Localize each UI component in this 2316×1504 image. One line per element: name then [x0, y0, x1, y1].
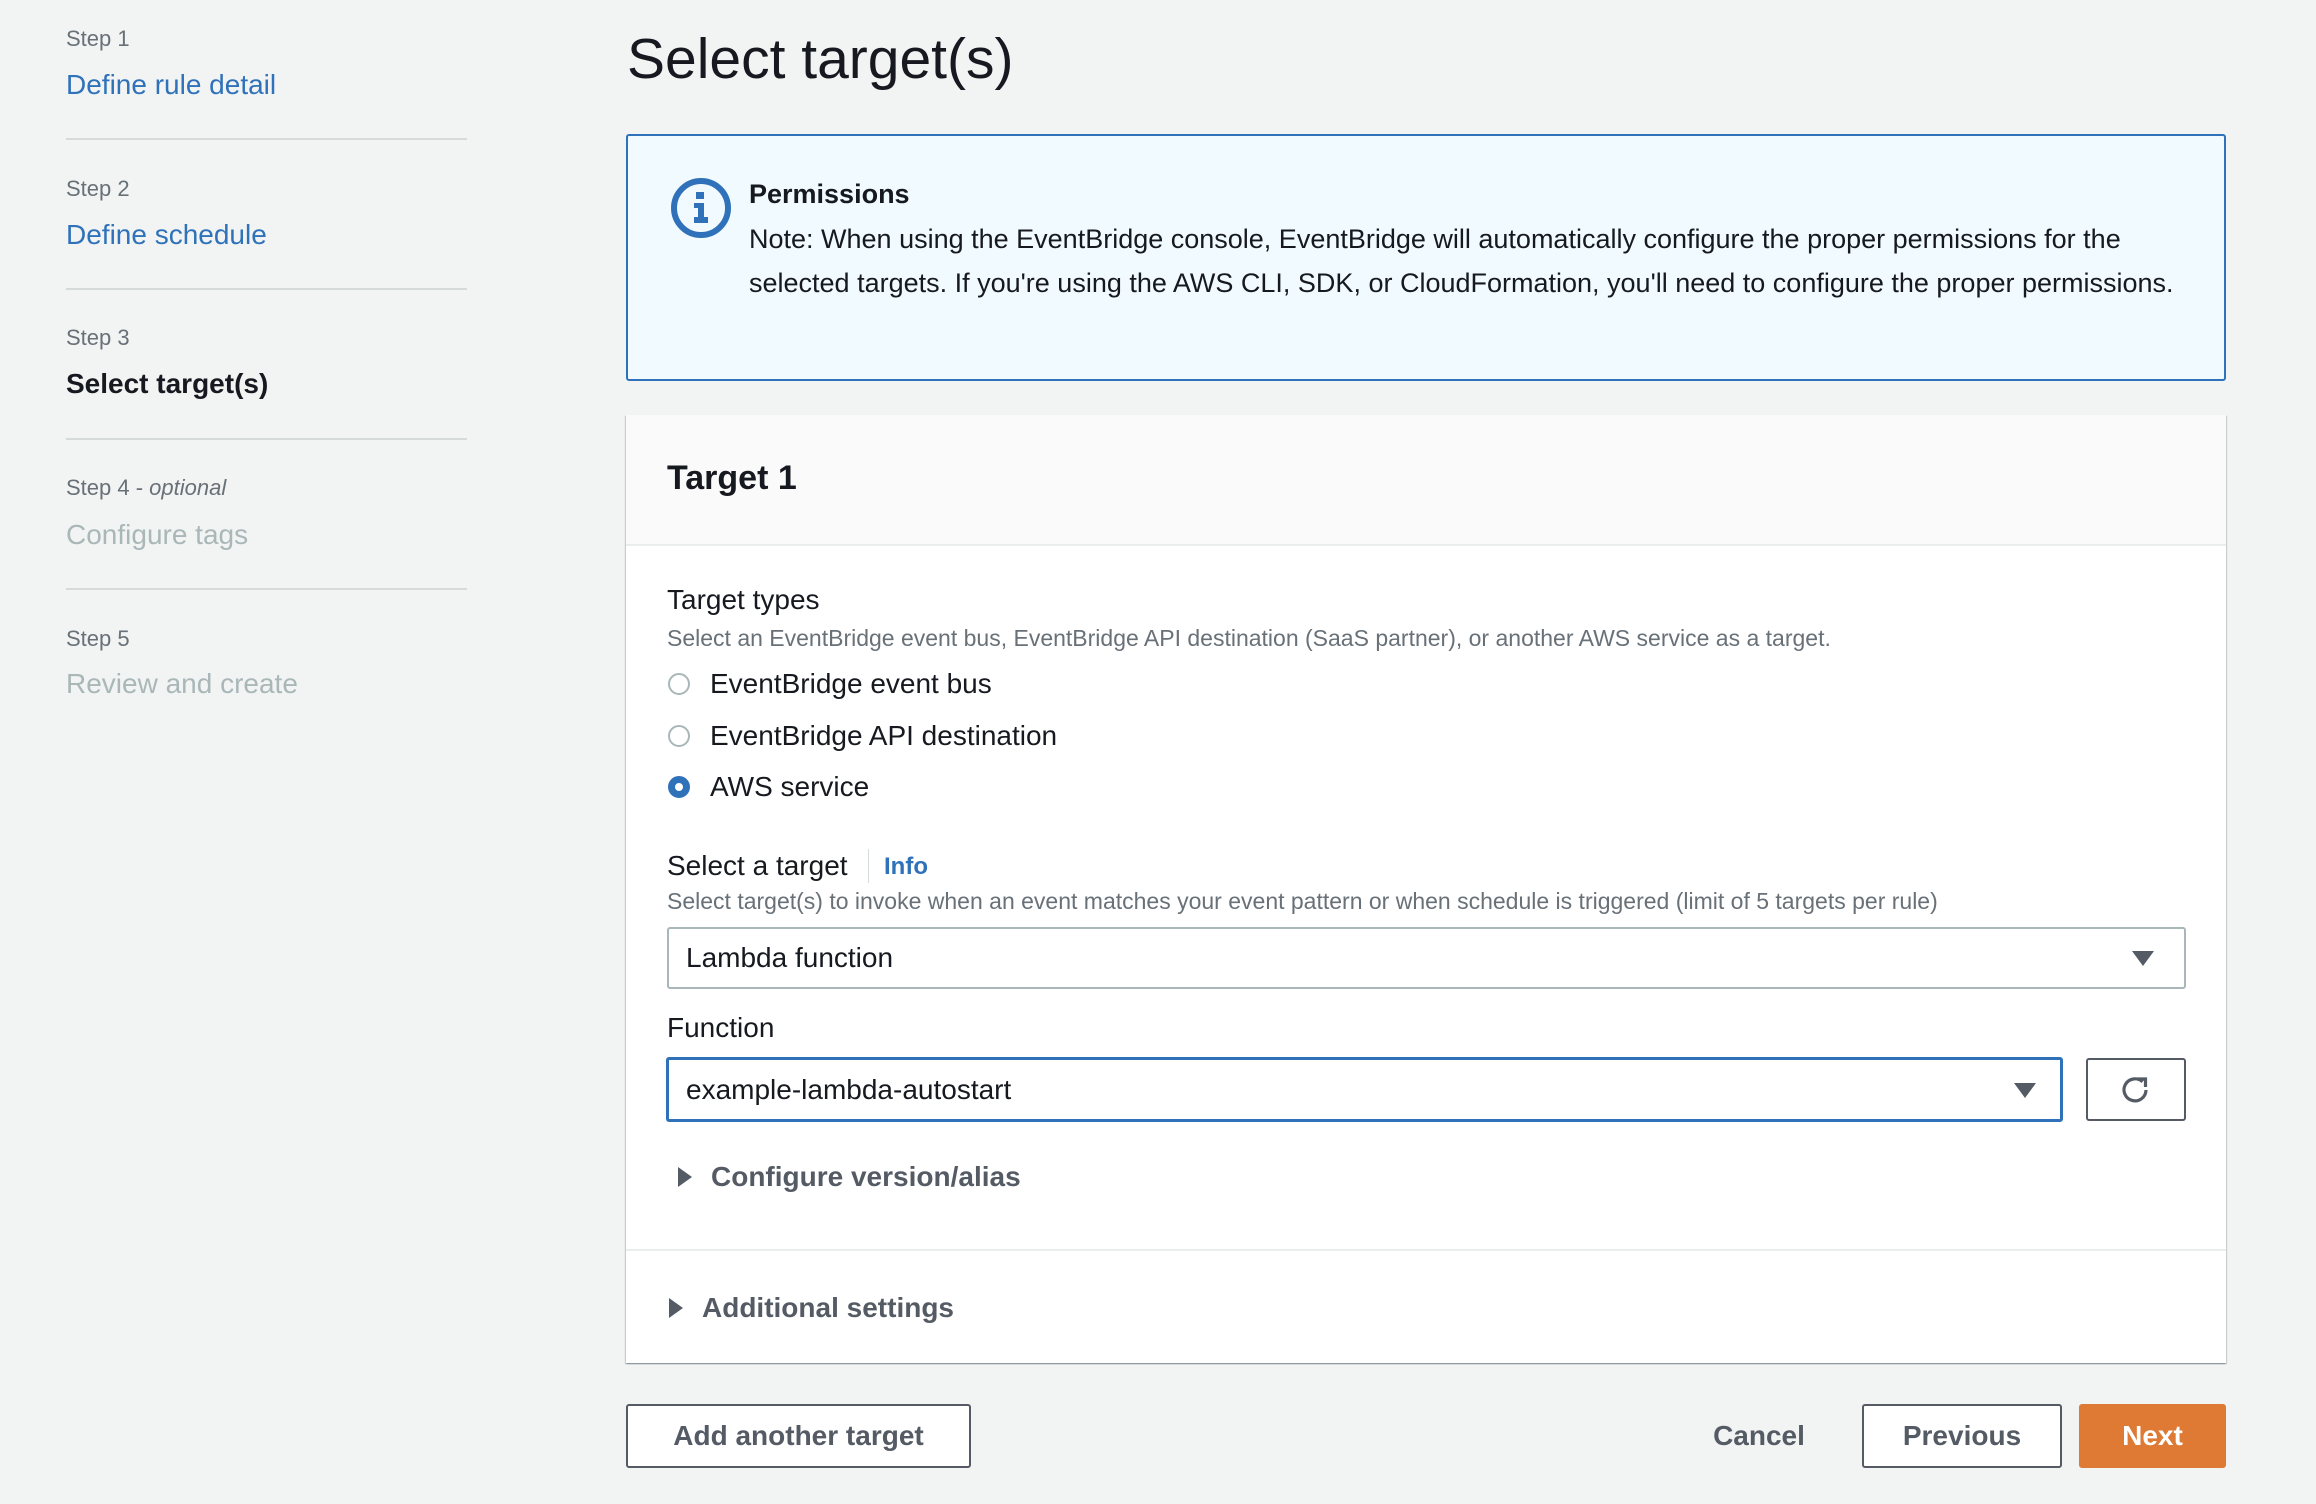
- radio-circle[interactable]: [668, 725, 690, 747]
- select-target-description: Select target(s) to invoke when an event…: [667, 888, 1938, 914]
- target-service-value: Lambda function: [686, 942, 894, 973]
- radio-aws-service[interactable]: AWS service: [668, 770, 869, 804]
- info-icon: [671, 178, 731, 238]
- caret-down-icon: [2014, 1082, 2036, 1098]
- card-divider: [626, 1249, 2226, 1251]
- radio-circle-checked[interactable]: [668, 776, 690, 798]
- target-types-description: Select an EventBridge event bus, EventBr…: [667, 625, 1831, 651]
- next-button[interactable]: Next: [2079, 1404, 2226, 1468]
- caret-right-icon: [669, 1298, 683, 1318]
- expander-label: Configure version/alias: [711, 1161, 1021, 1192]
- additional-settings-expander[interactable]: Additional settings: [669, 1290, 954, 1326]
- expander-label: Additional settings: [702, 1292, 954, 1323]
- add-another-target-button[interactable]: Add another target: [626, 1404, 971, 1468]
- configure-version-alias-expander[interactable]: Configure version/alias: [678, 1159, 1021, 1195]
- select-target-label: Select a target: [667, 850, 848, 881]
- radio-eventbridge-event-bus[interactable]: EventBridge event bus: [668, 667, 992, 701]
- step-1-link[interactable]: Define rule detail: [66, 68, 276, 102]
- step-3-current: Select target(s): [66, 368, 269, 399]
- caret-right-icon: [678, 1167, 692, 1187]
- previous-button[interactable]: Previous: [1862, 1404, 2062, 1468]
- function-value: example-lambda-autostart: [686, 1073, 1012, 1105]
- step-2-link[interactable]: Define schedule: [66, 218, 267, 252]
- step-1-label: Step 1: [66, 26, 130, 51]
- target-types-label: Target types: [667, 584, 820, 615]
- refresh-icon: [2122, 1076, 2148, 1102]
- caret-down-icon: [2132, 951, 2154, 966]
- radio-circle[interactable]: [668, 673, 690, 695]
- radio-label: AWS service: [710, 771, 870, 802]
- label-separator: [868, 849, 869, 883]
- step-4-title: Configure tags: [66, 519, 249, 550]
- step-3-label: Step 3: [66, 325, 130, 350]
- target-service-select[interactable]: Lambda function: [667, 927, 2186, 989]
- target-card: Target 1 Target types Select an EventBri…: [626, 415, 2226, 1363]
- step-4-label-text: Step 4: [66, 475, 130, 500]
- step-4-label: Step 4 - optional: [66, 475, 227, 500]
- alert-message: Note: When using the EventBridge console…: [749, 224, 2174, 298]
- permissions-alert: Permissions Note: When using the EventBr…: [626, 134, 2226, 381]
- cancel-button[interactable]: Cancel: [1700, 1404, 1818, 1468]
- step-5-title: Review and create: [66, 668, 298, 699]
- step-divider: [66, 588, 467, 590]
- step-4-optional: optional: [149, 475, 227, 500]
- step-2-label: Step 2: [66, 176, 130, 201]
- step-divider: [66, 288, 467, 290]
- target-card-title: Target 1: [667, 459, 797, 497]
- radio-label: EventBridge event bus: [710, 668, 992, 699]
- step-divider: [66, 438, 467, 440]
- step-divider: [66, 138, 467, 140]
- page-title: Select target(s): [627, 27, 1014, 91]
- alert-title: Permissions: [749, 179, 910, 209]
- function-label: Function: [667, 1012, 775, 1043]
- function-select[interactable]: example-lambda-autostart: [666, 1057, 2063, 1122]
- radio-label: EventBridge API destination: [710, 720, 1058, 751]
- target-card-header: Target 1: [626, 415, 2226, 546]
- refresh-functions-button[interactable]: [2086, 1058, 2186, 1121]
- info-link[interactable]: Info: [884, 850, 928, 884]
- step-5-label: Step 5: [66, 626, 130, 651]
- radio-eventbridge-api-destination[interactable]: EventBridge API destination: [668, 719, 1057, 753]
